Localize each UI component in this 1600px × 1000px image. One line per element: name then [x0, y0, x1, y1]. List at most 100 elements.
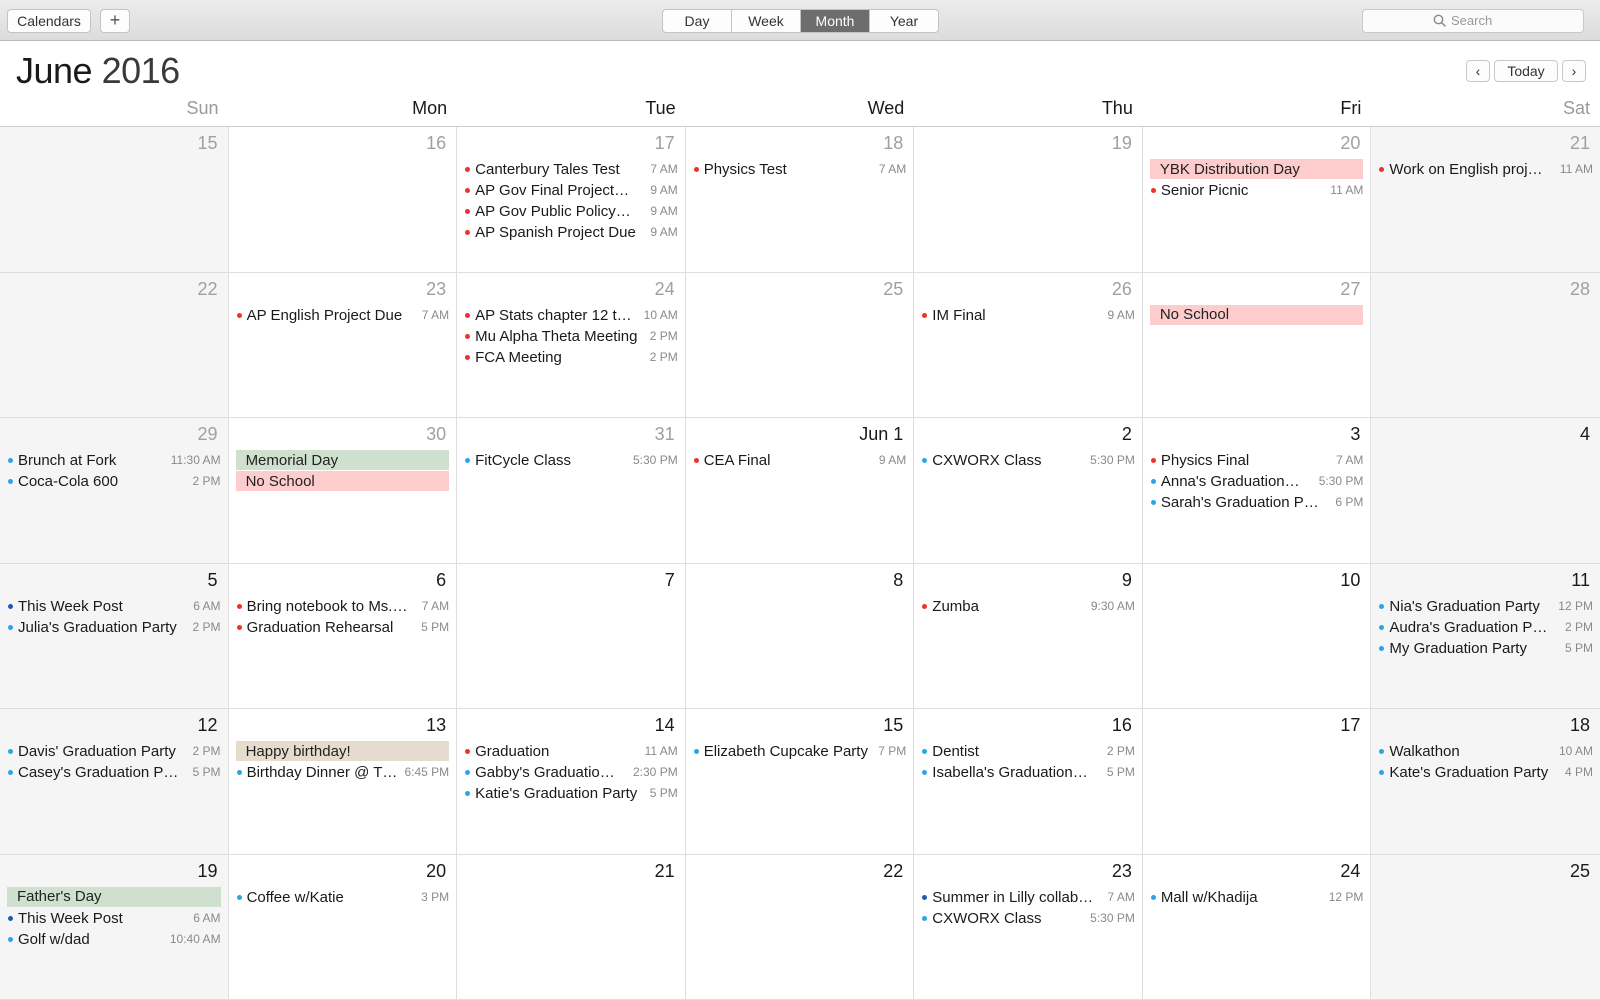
day-cell[interactable]: 25 — [1371, 854, 1600, 1000]
search-input[interactable]: Search — [1362, 9, 1584, 33]
calendar-event[interactable]: Summer in Lilly collab… 7 AM — [921, 887, 1135, 908]
day-cell[interactable]: 15 — [0, 127, 229, 273]
day-cell[interactable]: 20 YBK Distribution Day Senior Picnic 11 AM — [1142, 127, 1372, 273]
calendar-event[interactable]: Coca-Cola 600 2 PM — [7, 471, 221, 492]
day-cell[interactable]: 16 Dentist 2 PM Isabella's Graduation… 5 PM — [914, 709, 1143, 855]
day-cell[interactable]: 13 Happy birthday! Birthday Dinner @ T… 6:4… — [228, 709, 458, 855]
calendar-event[interactable]: Work on English proj… 11 AM — [1378, 159, 1593, 180]
calendar-event[interactable]: Anna's Graduation… 5:30 PM — [1150, 471, 1363, 492]
calendar-event[interactable]: Zumba 9:30 AM — [921, 596, 1135, 617]
day-cell[interactable]: 19 Father's Day This Week Post 6 AM Golf w/d… — [0, 854, 229, 1000]
day-cell[interactable]: 24 Mall w/Khadija 12 PM — [1142, 854, 1372, 1000]
calendar-event[interactable]: Brunch at Fork 11:30 AM — [7, 450, 221, 471]
day-cell[interactable]: 7 — [457, 563, 686, 709]
calendar-event[interactable]: Davis' Graduation Party 2 PM — [7, 741, 221, 762]
calendar-event[interactable]: CXWORX Class 5:30 PM — [921, 908, 1135, 929]
calendar-event[interactable]: Katie's Graduation Party 5 PM — [464, 783, 678, 804]
day-cell[interactable]: 15 Elizabeth Cupcake Party 7 PM — [685, 709, 915, 855]
calendar-event[interactable]: Birthday Dinner @ T… 6:45 PM — [236, 762, 449, 783]
previous-month-button[interactable]: ‹ — [1466, 60, 1490, 82]
calendar-event[interactable]: Graduation 11 AM — [464, 741, 678, 762]
calendar-event[interactable]: Casey's Graduation P… 5 PM — [7, 762, 221, 783]
calendar-event[interactable]: Golf w/dad 10:40 AM — [7, 929, 221, 950]
calendar-event[interactable]: My Graduation Party 5 PM — [1378, 638, 1593, 659]
calendar-event[interactable]: Senior Picnic 11 AM — [1150, 180, 1363, 201]
day-cell[interactable]: 3 Physics Final 7 AM Anna's Graduation… 5:30… — [1142, 418, 1372, 564]
calendar-event[interactable]: Dentist 2 PM — [921, 741, 1135, 762]
calendar-event[interactable]: Mall w/Khadija 12 PM — [1150, 887, 1363, 908]
day-cell[interactable]: 19 — [914, 127, 1143, 273]
day-cell[interactable]: 23 AP English Project Due 7 AM — [228, 272, 458, 418]
calendar-event[interactable]: FCA Meeting 2 PM — [464, 347, 678, 368]
calendar-event[interactable]: Canterbury Tales Test 7 AM — [464, 159, 678, 180]
day-cell[interactable]: 18 Physics Test 7 AM — [685, 127, 915, 273]
day-cell[interactable]: 21 — [457, 854, 686, 1000]
calendar-event[interactable]: FitCycle Class 5:30 PM — [464, 450, 678, 471]
day-cell[interactable]: 16 — [228, 127, 458, 273]
day-cell[interactable]: 9 Zumba 9:30 AM — [914, 563, 1143, 709]
add-event-button[interactable]: + — [100, 9, 130, 33]
calendar-event[interactable]: Mu Alpha Theta Meeting 2 PM — [464, 326, 678, 347]
calendar-event[interactable]: Graduation Rehearsal 5 PM — [236, 617, 449, 638]
day-cell[interactable]: 14 Graduation 11 AM Gabby's Graduatio… 2:30 … — [457, 709, 686, 855]
day-cell[interactable]: Jun 1 CEA Final 9 AM — [685, 418, 915, 564]
all-day-event[interactable]: Father's Day — [7, 886, 221, 907]
all-day-event[interactable]: YBK Distribution Day — [1149, 159, 1364, 179]
all-day-event[interactable]: Memorial Day — [235, 450, 450, 470]
calendar-event[interactable]: Kate's Graduation Party 4 PM — [1378, 762, 1593, 783]
day-cell[interactable]: 23 Summer in Lilly collab… 7 AM CXWORX Clas… — [914, 854, 1143, 1000]
day-cell[interactable]: 6 Bring notebook to Ms.… 7 AM Graduation Re… — [228, 563, 458, 709]
day-cell[interactable]: 20 Coffee w/Katie 3 PM — [228, 854, 458, 1000]
day-cell[interactable]: 4 — [1371, 418, 1600, 564]
view-week-tab[interactable]: Week — [731, 10, 800, 32]
view-month-tab[interactable]: Month — [800, 10, 869, 32]
calendar-event[interactable]: This Week Post 6 AM — [7, 596, 221, 617]
day-cell[interactable]: 29 Brunch at Fork 11:30 AM Coca-Cola 600 2 P… — [0, 418, 229, 564]
day-cell[interactable]: 31 FitCycle Class 5:30 PM — [457, 418, 686, 564]
calendar-event[interactable]: Coffee w/Katie 3 PM — [236, 887, 449, 908]
calendar-event[interactable]: Gabby's Graduatio… 2:30 PM — [464, 762, 678, 783]
calendar-event[interactable]: Walkathon 10 AM — [1378, 741, 1593, 762]
day-cell[interactable]: 21 Work on English proj… 11 AM — [1371, 127, 1600, 273]
calendar-event[interactable]: AP Gov Public Policy… 9 AM — [464, 201, 678, 222]
day-cell[interactable]: 12 Davis' Graduation Party 2 PM Casey's Gra… — [0, 709, 229, 855]
calendar-event[interactable]: CXWORX Class 5:30 PM — [921, 450, 1135, 471]
day-cell[interactable]: 30 Memorial Day No School — [228, 418, 458, 564]
day-cell[interactable]: 5 This Week Post 6 AM Julia's Graduation Pa… — [0, 563, 229, 709]
calendar-event[interactable]: CEA Final 9 AM — [693, 450, 906, 471]
today-button[interactable]: Today — [1494, 60, 1558, 82]
day-cell[interactable]: 22 — [0, 272, 229, 418]
calendar-event[interactable]: Elizabeth Cupcake Party 7 PM — [693, 741, 906, 762]
view-day-tab[interactable]: Day — [663, 10, 731, 32]
calendars-button[interactable]: Calendars — [7, 9, 91, 33]
calendar-event[interactable]: Audra's Graduation P… 2 PM — [1378, 617, 1593, 638]
next-month-button[interactable]: › — [1562, 60, 1586, 82]
calendar-event[interactable]: Physics Test 7 AM — [693, 159, 906, 180]
calendar-event[interactable]: IM Final 9 AM — [921, 305, 1135, 326]
day-cell[interactable]: 26 IM Final 9 AM — [914, 272, 1143, 418]
day-cell[interactable]: 10 — [1142, 563, 1372, 709]
all-day-event[interactable]: Happy birthday! — [235, 741, 450, 761]
calendar-event[interactable]: AP Gov Final Project… 9 AM — [464, 180, 678, 201]
day-cell[interactable]: 2 CXWORX Class 5:30 PM — [914, 418, 1143, 564]
calendar-event[interactable]: AP Stats chapter 12 t… 10 AM — [464, 305, 678, 326]
all-day-event[interactable]: No School — [235, 471, 450, 491]
day-cell[interactable]: 28 — [1371, 272, 1600, 418]
calendar-event[interactable]: This Week Post 6 AM — [7, 908, 221, 929]
calendar-event[interactable]: Julia's Graduation Party 2 PM — [7, 617, 221, 638]
day-cell[interactable]: 22 — [685, 854, 915, 1000]
day-cell[interactable]: 18 Walkathon 10 AM Kate's Graduation Party 4… — [1371, 709, 1600, 855]
day-cell[interactable]: 27 No School — [1142, 272, 1372, 418]
calendar-event[interactable]: AP Spanish Project Due 9 AM — [464, 222, 678, 243]
calendar-event[interactable]: Nia's Graduation Party 12 PM — [1378, 596, 1593, 617]
day-cell[interactable]: 11 Nia's Graduation Party 12 PM Audra's Gra… — [1371, 563, 1600, 709]
calendar-event[interactable]: Sarah's Graduation P… 6 PM — [1150, 492, 1363, 513]
day-cell[interactable]: 17 Canterbury Tales Test 7 AM AP Gov Final … — [457, 127, 686, 273]
day-cell[interactable]: 8 — [685, 563, 915, 709]
day-cell[interactable]: 24 AP Stats chapter 12 t… 10 AM Mu Alpha Th… — [457, 272, 686, 418]
calendar-event[interactable]: AP English Project Due 7 AM — [236, 305, 449, 326]
calendar-event[interactable]: Bring notebook to Ms.… 7 AM — [236, 596, 449, 617]
calendar-event[interactable]: Isabella's Graduation… 5 PM — [921, 762, 1135, 783]
day-cell[interactable]: 25 — [685, 272, 915, 418]
day-cell[interactable]: 17 — [1142, 709, 1372, 855]
